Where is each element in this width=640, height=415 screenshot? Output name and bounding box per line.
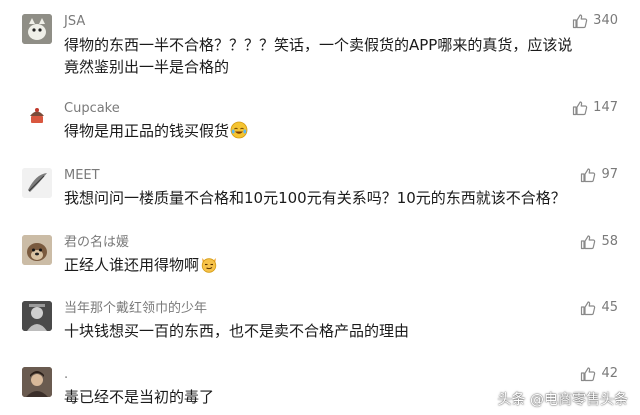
avatar[interactable]: [22, 14, 52, 44]
like-button[interactable]: 147: [572, 100, 618, 116]
like-count: 58: [601, 234, 618, 249]
avatar[interactable]: [22, 101, 52, 131]
laughing-tears-emoji: [230, 121, 248, 139]
thumbs-up-icon: [573, 14, 588, 29]
comment-text: 得物是用正品的钱买假货: [64, 120, 584, 142]
comment-username[interactable]: 君の名は媛: [64, 235, 129, 251]
thumbs-up-icon: [581, 367, 596, 382]
thumbs-up-icon: [573, 101, 588, 116]
avatar[interactable]: [22, 168, 52, 198]
comment-text: 正经人谁还用得物啊: [64, 254, 584, 276]
comment-username[interactable]: JSA: [64, 14, 85, 30]
comment-text: 得物的东西一半不合格？？？？笑话，一个卖假货的APP哪来的真货，应该说竟然鉴别出…: [64, 36, 573, 76]
comment-username[interactable]: MEET: [64, 168, 100, 184]
comment-text: 十块钱想买一百的东西，也不是卖不合格产品的理由: [64, 322, 410, 340]
like-count: 45: [601, 300, 618, 315]
thumbs-up-icon: [581, 301, 596, 316]
like-button[interactable]: 340: [572, 13, 618, 29]
watermark: 头条 @电商零售头条: [497, 392, 628, 408]
like-button[interactable]: 58: [580, 234, 618, 250]
comment-text-content: 正经人谁还用得物啊: [64, 256, 200, 274]
comment-username[interactable]: .: [64, 367, 68, 383]
comment-text: 我想问问一楼质量不合格和10元100元有关系吗？10元的东西就该不合格？: [64, 189, 566, 207]
like-button[interactable]: 45: [580, 300, 618, 316]
like-button[interactable]: 42: [580, 366, 618, 382]
smirk-cat-emoji: [201, 258, 217, 273]
avatar[interactable]: [22, 235, 52, 265]
avatar[interactable]: [22, 367, 52, 397]
like-count: 42: [601, 366, 618, 381]
like-count: 97: [601, 167, 618, 182]
thumbs-up-icon: [581, 235, 596, 250]
comment-text-content: 得物是用正品的钱买假货: [64, 122, 230, 140]
like-count: 340: [593, 13, 618, 28]
comment-username[interactable]: Cupcake: [64, 101, 120, 117]
avatar[interactable]: [22, 301, 52, 331]
like-button[interactable]: 97: [580, 167, 618, 183]
comment-username[interactable]: 当年那个戴红领巾的少年: [64, 301, 207, 317]
like-count: 147: [593, 100, 618, 115]
thumbs-up-icon: [581, 168, 596, 183]
